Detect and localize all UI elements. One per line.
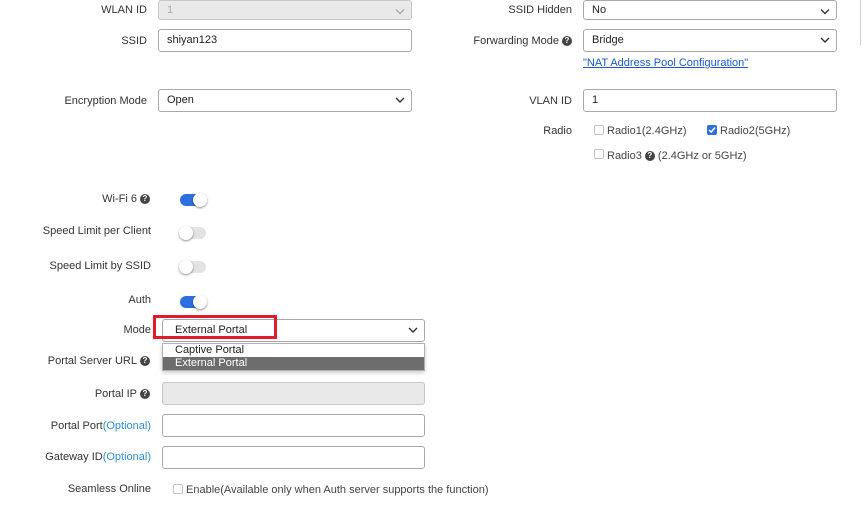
radio2-checkbox[interactable] <box>707 125 717 135</box>
wifi6-text: Wi-Fi 6 <box>102 193 137 205</box>
chevron-down-icon <box>395 97 405 103</box>
radio3-text: Radio3 <box>607 150 642 162</box>
nat-pool-link[interactable]: "NAT Address Pool Configuration" <box>583 57 748 69</box>
chevron-down-icon <box>395 9 405 15</box>
portal-server-url-text: Portal Server URL <box>47 355 137 367</box>
chevron-down-icon <box>820 37 830 43</box>
encryption-mode-value: Open <box>167 94 194 106</box>
auth-toggle[interactable] <box>180 295 207 309</box>
portal-ip-input[interactable] <box>162 382 425 405</box>
encryption-mode-label: Encryption Mode <box>64 95 147 107</box>
help-icon[interactable]: ? <box>140 389 150 400</box>
ssid-hidden-label: SSID Hidden <box>508 4 572 16</box>
right-border <box>860 0 861 45</box>
ssid-input[interactable]: shiyan123 <box>158 29 412 52</box>
radio3-note: (2.4GHz or 5GHz) <box>657 150 747 162</box>
wlan-id-value: 1 <box>167 4 174 16</box>
chevron-down-icon <box>408 327 418 333</box>
auth-label: Auth <box>128 294 151 306</box>
seamless-enable-label: Enable(Available only when Auth server s… <box>186 484 489 496</box>
mode-option-captive-portal[interactable]: Captive Portal <box>163 344 424 357</box>
radio3-checkbox[interactable] <box>594 149 604 159</box>
wlan-id-label: WLAN ID <box>101 4 147 16</box>
help-icon[interactable]: ? <box>562 36 572 47</box>
help-icon[interactable]: ? <box>140 356 150 367</box>
gateway-id-optional: (Optional) <box>102 451 151 463</box>
forwarding-mode-value: Bridge <box>592 34 624 46</box>
vlan-id-label: VLAN ID <box>529 95 572 107</box>
help-icon[interactable]: ? <box>644 151 655 162</box>
mode-label: Mode <box>123 324 151 336</box>
gateway-id-text: Gateway ID <box>45 451 103 463</box>
ssid-hidden-value: No <box>592 4 607 16</box>
ssid-value: shiyan123 <box>167 34 218 46</box>
wifi6-toggle[interactable] <box>180 193 207 207</box>
seamless-enable-checkbox[interactable] <box>173 484 183 494</box>
mode-dropdown-list[interactable]: Captive Portal External Portal <box>162 343 425 371</box>
portal-server-url-label: Portal Server URL? <box>48 355 150 367</box>
vlan-id-input[interactable]: 1 <box>583 89 837 112</box>
portal-port-text: Portal Port <box>50 420 103 432</box>
seamless-online-label: Seamless Online <box>67 483 151 495</box>
portal-port-optional: (Optional) <box>102 420 151 432</box>
vlan-id-value: 1 <box>592 94 599 106</box>
forwarding-mode-label: Forwarding Mode? <box>473 35 572 47</box>
mode-highlight-box <box>153 315 277 339</box>
speed-limit-client-label: Speed Limit per Client <box>42 225 151 237</box>
portal-port-label: Portal Port(Optional) <box>51 420 151 432</box>
speed-limit-ssid-label: Speed Limit by SSID <box>49 260 152 272</box>
forwarding-mode-select[interactable]: Bridge <box>583 29 837 52</box>
speed-limit-client-toggle[interactable] <box>179 226 206 240</box>
radio1-checkbox[interactable] <box>594 125 604 135</box>
wifi6-label: Wi-Fi 6? <box>102 193 150 205</box>
radio3-label: Radio3? (2.4GHz or 5GHz) <box>607 150 747 162</box>
gateway-id-label: Gateway ID(Optional) <box>45 451 151 463</box>
mode-option-external-portal[interactable]: External Portal <box>163 357 424 370</box>
radio1-label: Radio1(2.4GHz) <box>607 125 687 137</box>
gateway-id-input[interactable] <box>162 446 425 469</box>
wlan-id-select[interactable]: 1 <box>158 0 412 20</box>
forwarding-mode-text: Forwarding Mode <box>473 35 559 47</box>
portal-ip-text: Portal IP <box>94 388 137 400</box>
help-icon[interactable]: ? <box>140 194 150 205</box>
speed-limit-ssid-toggle[interactable] <box>179 260 206 274</box>
chevron-down-icon <box>820 9 830 15</box>
ssid-hidden-select[interactable]: No <box>583 0 837 20</box>
radio-label: Radio <box>543 125 572 137</box>
encryption-mode-select[interactable]: Open <box>158 89 412 112</box>
portal-ip-label: Portal IP? <box>95 388 150 400</box>
ssid-label: SSID <box>121 35 147 47</box>
radio2-label: Radio2(5GHz) <box>720 125 791 137</box>
check-icon <box>708 127 716 134</box>
portal-port-input[interactable] <box>162 414 425 437</box>
